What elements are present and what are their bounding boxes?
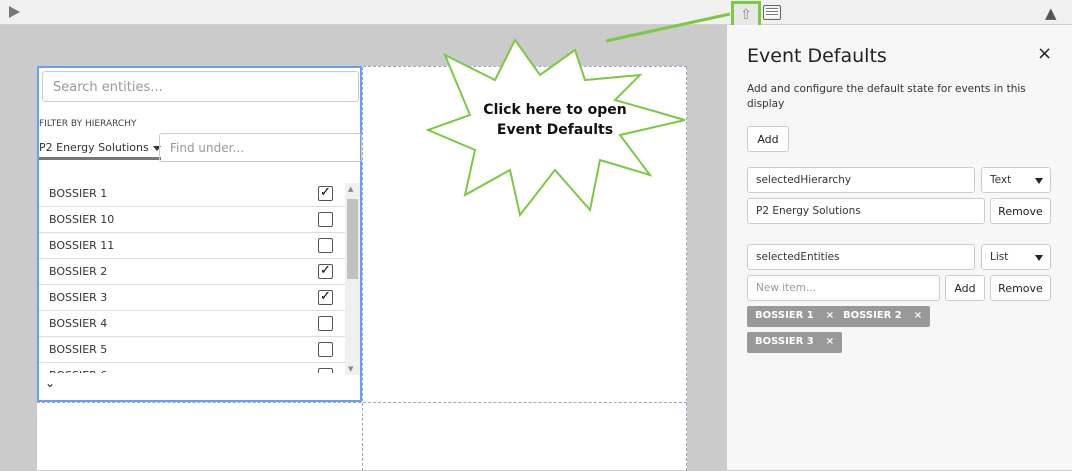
callout-text: Click here to open Event Defaults — [470, 100, 640, 140]
event-value-input[interactable]: P2 Energy Solutions — [747, 198, 985, 224]
chip-item: BOSSIER 3 × — [747, 332, 843, 353]
type-value: List — [990, 251, 1009, 263]
event-name-input[interactable]: selectedHierarchy — [747, 167, 975, 193]
event-defaults-panel: Event Defaults × Add and configure the d… — [727, 25, 1072, 470]
remove-event-button[interactable]: Remove — [990, 198, 1051, 224]
remove-event-button[interactable]: Remove — [990, 275, 1051, 301]
callout-line: Event Defaults — [496, 122, 614, 138]
panel-title: Event Defaults — [747, 45, 887, 67]
panel-description: Add and configure the default state for … — [747, 83, 1026, 110]
chip-label: BOSSIER 1 — [755, 310, 814, 321]
chip-remove-icon[interactable]: × — [914, 310, 922, 323]
chip-item: BOSSIER 1 × — [747, 306, 843, 327]
chip-remove-icon[interactable]: × — [826, 336, 834, 349]
new-item-input[interactable]: New item... — [747, 275, 940, 301]
close-icon[interactable]: × — [1037, 43, 1052, 64]
chip-label: BOSSIER 2 — [843, 310, 902, 321]
add-item-button[interactable]: Add — [945, 275, 985, 301]
event-name-input[interactable]: selectedEntities — [747, 244, 975, 270]
add-event-button[interactable]: Add — [747, 126, 789, 152]
chip-label: BOSSIER 3 — [755, 336, 814, 347]
chip-item: BOSSIER 2 × — [835, 306, 931, 327]
event-type-select[interactable]: List — [981, 244, 1051, 270]
chip-remove-icon[interactable]: × — [826, 310, 834, 323]
event-type-select[interactable]: Text — [981, 167, 1051, 193]
callout-line: Click here to open — [483, 102, 627, 118]
caret-down-icon — [1035, 255, 1043, 261]
caret-down-icon — [1035, 178, 1043, 184]
type-value: Text — [990, 174, 1012, 186]
